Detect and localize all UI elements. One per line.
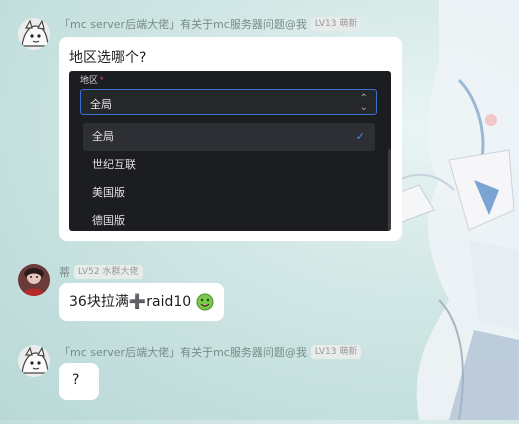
- sender-line: 「mc server后端大佬」有关于mc服务器问题@我 LV13 萌新: [59, 344, 362, 360]
- message-text: raid10: [146, 294, 192, 310]
- level-badge: LV52 水群大佬: [74, 265, 143, 279]
- field-label: 地区 *: [80, 75, 104, 85]
- avatar-photo-icon[interactable]: [18, 264, 50, 296]
- options-list: 全局 ✓ 世纪互联 美国版 德国版: [83, 123, 375, 231]
- sender-name[interactable]: 「mc server后端大佬」有关于mc服务器问题@我: [59, 16, 307, 32]
- option-item: 德国版: [92, 215, 125, 227]
- scrollbar: [388, 149, 391, 231]
- message-text: 地区选哪个?: [69, 50, 147, 66]
- green-face-emoji: [196, 293, 214, 311]
- option-item: 全局 ✓: [83, 123, 375, 151]
- chevron-updown-icon: ⌃ ⌄: [359, 93, 368, 113]
- message-bubble[interactable]: ?: [59, 363, 99, 400]
- required-mark: *: [100, 75, 104, 85]
- sender-name[interactable]: 「mc server后端大佬」有关于mc服务器问题@我: [59, 344, 307, 360]
- sender-line: 蒂 LV52 水群大佬: [59, 264, 143, 280]
- option-item: 美国版: [92, 187, 125, 199]
- option-item: 世纪互联: [92, 159, 136, 171]
- dropdown-screenshot: 地区 * 全局 ⌃ ⌄ 全局 ✓ 世纪互联 美国版 德国版: [69, 71, 391, 231]
- avatar-cartoon-icon[interactable]: [18, 18, 50, 50]
- level-badge: LV13 萌新: [310, 17, 362, 31]
- message-text: ?: [72, 372, 80, 388]
- region-select: 全局 ⌃ ⌄: [80, 89, 377, 115]
- selected-value: 全局: [90, 99, 112, 111]
- avatar-cartoon-icon[interactable]: [18, 345, 50, 377]
- level-badge: LV13 萌新: [310, 345, 362, 359]
- message-bubble[interactable]: 地区选哪个? 地区 * 全局 ⌃ ⌄ 全局 ✓ 世纪互联 美国版 德国版: [59, 37, 402, 241]
- check-icon: ✓: [355, 131, 365, 143]
- sender-name[interactable]: 蒂: [59, 264, 70, 280]
- plus-emoji: ➕: [128, 294, 147, 310]
- message-text: 36块拉满: [69, 294, 129, 310]
- message-bubble[interactable]: 36块拉满➕raid10: [59, 283, 224, 321]
- sender-line: 「mc server后端大佬」有关于mc服务器问题@我 LV13 萌新: [59, 16, 362, 32]
